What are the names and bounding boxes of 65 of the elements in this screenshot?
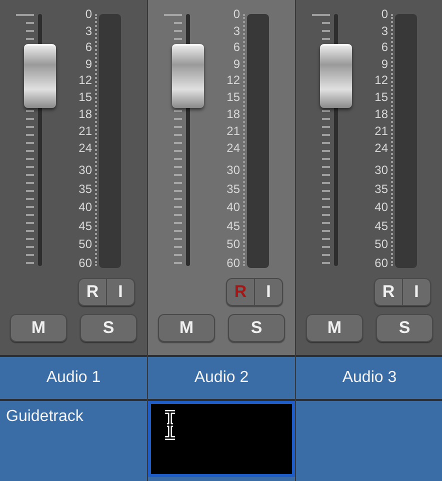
meter-scale-label: 45 (78, 219, 92, 233)
meter-scale-label: 3 (381, 24, 388, 38)
track-note: Guidetrack (5, 407, 84, 427)
meter-scale-label: 18 (374, 107, 388, 121)
meter-scale-label: 15 (78, 90, 92, 104)
meter-scale-label: 24 (374, 141, 388, 155)
meter-scale-label: 3 (85, 24, 92, 38)
meter-scale-label: 6 (381, 40, 388, 54)
input-monitor-button[interactable]: I (107, 279, 134, 305)
meter-scale-label: 18 (226, 107, 240, 121)
record-enable-button[interactable]: R (79, 279, 107, 305)
solo-button[interactable]: S (228, 314, 285, 342)
meter-scale-label: 21 (78, 124, 92, 138)
fader-thumb[interactable] (320, 44, 352, 108)
meter-scale-label: 9 (233, 57, 240, 71)
input-monitor-button[interactable]: I (403, 279, 430, 305)
meter-scale-label: 35 (374, 182, 388, 196)
meter-scale-label: 45 (374, 219, 388, 233)
meter-scale-label: 30 (374, 163, 388, 177)
record-enable-button[interactable]: R (375, 279, 403, 305)
solo-button[interactable]: S (376, 314, 433, 342)
mute-button[interactable]: M (10, 314, 67, 342)
meter-scale-label: 35 (226, 182, 240, 196)
track-name[interactable]: Audio 1 (0, 355, 147, 401)
meter-scale-label: 6 (85, 40, 92, 54)
meter-scale-label: 21 (226, 124, 240, 138)
text-cursor-icon (163, 410, 177, 440)
meter-scale-label: 30 (78, 163, 92, 177)
meter-scale-label: 45 (226, 219, 240, 233)
meter-scale-label: 15 (226, 90, 240, 104)
meter-scale-label: 12 (226, 73, 240, 87)
meter-scale-label: 60 (374, 256, 388, 270)
meter-scale-label: 60 (226, 256, 240, 270)
meter-scale-label: 15 (374, 90, 388, 104)
meter-scale-label: 40 (374, 200, 388, 214)
meter-scale-label: 0 (233, 7, 240, 21)
meter-scale-label: 24 (78, 141, 92, 155)
meter-scale-label: 0 (85, 7, 92, 21)
fader-thumb[interactable] (24, 44, 56, 108)
meter-scale-label: 50 (374, 237, 388, 251)
track-name[interactable]: Audio 2 (148, 355, 295, 401)
meter-scale-label: 24 (226, 141, 240, 155)
meter-scale-label: 35 (78, 182, 92, 196)
track-name[interactable]: Audio 3 (296, 355, 442, 401)
solo-button[interactable]: S (80, 314, 137, 342)
meter-scale-label: 21 (374, 124, 388, 138)
meter-scale-label: 30 (226, 163, 240, 177)
meter-scale-label: 40 (78, 200, 92, 214)
meter-scale-label: 50 (226, 237, 240, 251)
meter-scale-label: 6 (233, 40, 240, 54)
fader-thumb[interactable] (172, 44, 204, 108)
mute-button[interactable]: M (306, 314, 363, 342)
meter-scale-label: 40 (226, 200, 240, 214)
meter-scale-label: 0 (381, 7, 388, 21)
meter-scale-label: 3 (233, 24, 240, 38)
meter-scale-label: 18 (78, 107, 92, 121)
meter-scale-label: 9 (381, 57, 388, 71)
input-monitor-button[interactable]: I (255, 279, 282, 305)
meter-scale-label: 12 (78, 73, 92, 87)
meter-scale-label: 12 (374, 73, 388, 87)
mute-button[interactable]: M (158, 314, 215, 342)
note-input-field[interactable] (148, 401, 295, 477)
meter-scale-label: 9 (85, 57, 92, 71)
meter-scale-label: 50 (78, 237, 92, 251)
meter-scale-label: 60 (78, 256, 92, 270)
